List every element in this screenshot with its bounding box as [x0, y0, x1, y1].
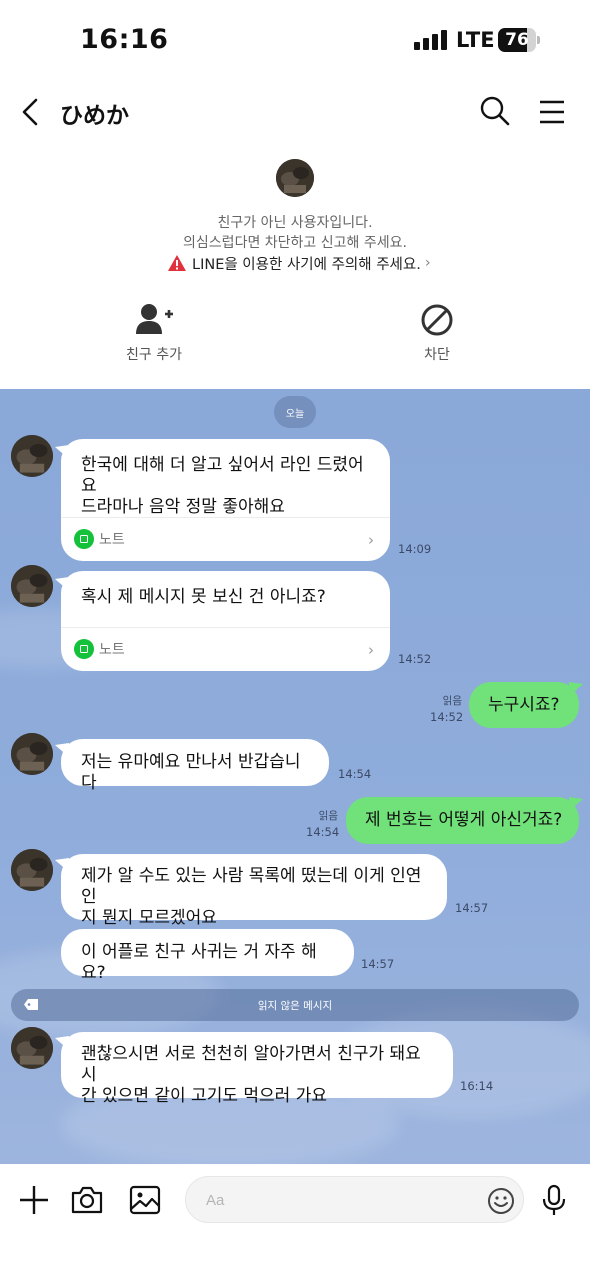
- message-time: 14:57: [361, 957, 395, 971]
- note-label: 노트: [99, 642, 125, 658]
- image-icon[interactable]: [127, 1182, 163, 1218]
- add-friend-label: 친구 추가: [126, 347, 182, 363]
- sender-avatar[interactable]: [11, 1027, 53, 1069]
- non-friend-notice: 친구가 아닌 사용자입니다.: [217, 215, 373, 231]
- message-bubble[interactable]: 한국에 대해 더 알고 싶어서 라인 드렸어요 드라마나 음악 정말 좋아해요 …: [61, 439, 390, 561]
- message-bubble[interactable]: 제가 알 수도 있는 사람 목록에 떴는데 이게 인연인 지 뭔지 모르겠어요: [61, 854, 447, 928]
- note-attachment[interactable]: 노트 ›: [61, 627, 390, 671]
- message-input-bar: [0, 1164, 590, 1280]
- microphone-icon[interactable]: [536, 1182, 572, 1218]
- message-time: 14:52: [398, 652, 432, 666]
- message-time: 14:52: [430, 710, 464, 724]
- chat-header: ひめか: [0, 80, 590, 144]
- camera-icon[interactable]: [69, 1182, 105, 1218]
- message-time: 14:57: [455, 901, 489, 915]
- network-type: LTE: [456, 28, 495, 52]
- sender-avatar[interactable]: [11, 435, 53, 477]
- back-arrow-icon[interactable]: [14, 94, 50, 130]
- emoji-icon[interactable]: [486, 1186, 516, 1216]
- battery-level: 76: [505, 30, 529, 50]
- sender-avatar[interactable]: [11, 565, 53, 607]
- add-friend-icon: [136, 304, 173, 334]
- note-icon: [74, 639, 94, 659]
- add-friend-button[interactable]: 친구 추가: [94, 302, 214, 364]
- block-label: 차단: [424, 347, 450, 363]
- non-friend-notice-panel: 친구가 아닌 사용자입니다. 의심스럽다면 차단하고 신고해 주세요. LINE…: [0, 144, 590, 389]
- sender-avatar[interactable]: [11, 733, 53, 775]
- message-text: 제 번호는 어떻게 아신거죠?: [365, 810, 563, 830]
- message-input[interactable]: [185, 1176, 524, 1223]
- note-label: 노트: [99, 532, 125, 548]
- message-bubble[interactable]: 제 번호는 어떻게 아신거죠?: [346, 797, 579, 844]
- message-text: 저는 유마예요 만나서 반갑습니다: [81, 752, 301, 793]
- chevron-right-icon: ›: [368, 641, 374, 659]
- cellular-signal-icon: [414, 30, 448, 50]
- date-separator: 오늘: [274, 396, 316, 428]
- read-receipt: 읽음: [442, 695, 462, 707]
- battery-icon: 76: [498, 28, 540, 52]
- search-icon[interactable]: [478, 94, 512, 128]
- block-report-notice: 의심스럽다면 차단하고 신고해 주세요.: [183, 235, 407, 251]
- message-time: 16:14: [460, 1079, 494, 1093]
- message-text: 누구시죠?: [488, 695, 560, 715]
- menu-icon[interactable]: [536, 96, 568, 128]
- message-bubble[interactable]: 괜찮으시면 서로 천천히 알아가면서 친구가 돼요 시 간 있으면 같이 고기도…: [61, 1032, 453, 1106]
- profile-avatar[interactable]: [276, 159, 314, 197]
- message-text: 한국에 대해 더 알고 싶어서 라인 드렸어요 드라마나 음악 정말 좋아해요: [81, 455, 364, 517]
- read-receipt: 읽음: [318, 810, 338, 822]
- block-icon: [421, 304, 453, 336]
- fraud-warning-text: LINE을 이용한 사기에 주의해 주세요.: [192, 256, 421, 273]
- chevron-right-icon: ›: [424, 255, 431, 271]
- warning-icon: [168, 255, 186, 271]
- message-text: 제가 알 수도 있는 사람 목록에 떴는데 이게 인연인 지 뭔지 모르겠어요: [81, 866, 422, 928]
- message-time: 14:54: [338, 767, 372, 781]
- block-button[interactable]: 차단: [377, 302, 497, 364]
- sender-avatar[interactable]: [11, 849, 53, 891]
- chevron-right-icon: ›: [368, 531, 374, 549]
- chat-title[interactable]: ひめか: [60, 96, 129, 130]
- note-icon: [74, 529, 94, 549]
- message-text: 괜찮으시면 서로 천천히 알아가면서 친구가 돼요 시 간 있으면 같이 고기도…: [81, 1044, 421, 1106]
- message-text-field[interactable]: [206, 1187, 466, 1213]
- chat-message-area[interactable]: 오늘 한국에 대해 더 알고 싶어서 라인 드렸어요 드라마나 음악 정말 좋아…: [0, 389, 590, 1164]
- message-bubble[interactable]: 저는 유마예요 만나서 반갑습니다: [61, 739, 329, 793]
- unread-label: 읽지 않은 메시지: [257, 1000, 333, 1012]
- status-bar: 16:16 LTE 76: [0, 0, 590, 80]
- message-bubble[interactable]: 이 어플로 친구 사귀는 거 자주 해요?: [61, 929, 354, 983]
- message-time: 14:09: [398, 542, 432, 556]
- message-text: 혹시 제 메시지 못 보신 건 아니죠?: [81, 587, 326, 607]
- message-time: 14:54: [306, 825, 340, 839]
- fraud-warning-link[interactable]: LINE을 이용한 사기에 주의해 주세요. ›: [168, 252, 431, 274]
- message-bubble[interactable]: 누구시죠?: [469, 682, 579, 728]
- note-attachment[interactable]: 노트 ›: [61, 517, 390, 561]
- status-time: 16:16: [80, 24, 169, 55]
- message-text: 이 어플로 친구 사귀는 거 자주 해요?: [81, 942, 317, 983]
- message-bubble[interactable]: 혹시 제 메시지 못 보신 건 아니죠? 노트 ›: [61, 571, 390, 671]
- plus-icon[interactable]: [16, 1182, 52, 1218]
- unread-messages-divider: 읽지 않은 메시지: [11, 989, 579, 1021]
